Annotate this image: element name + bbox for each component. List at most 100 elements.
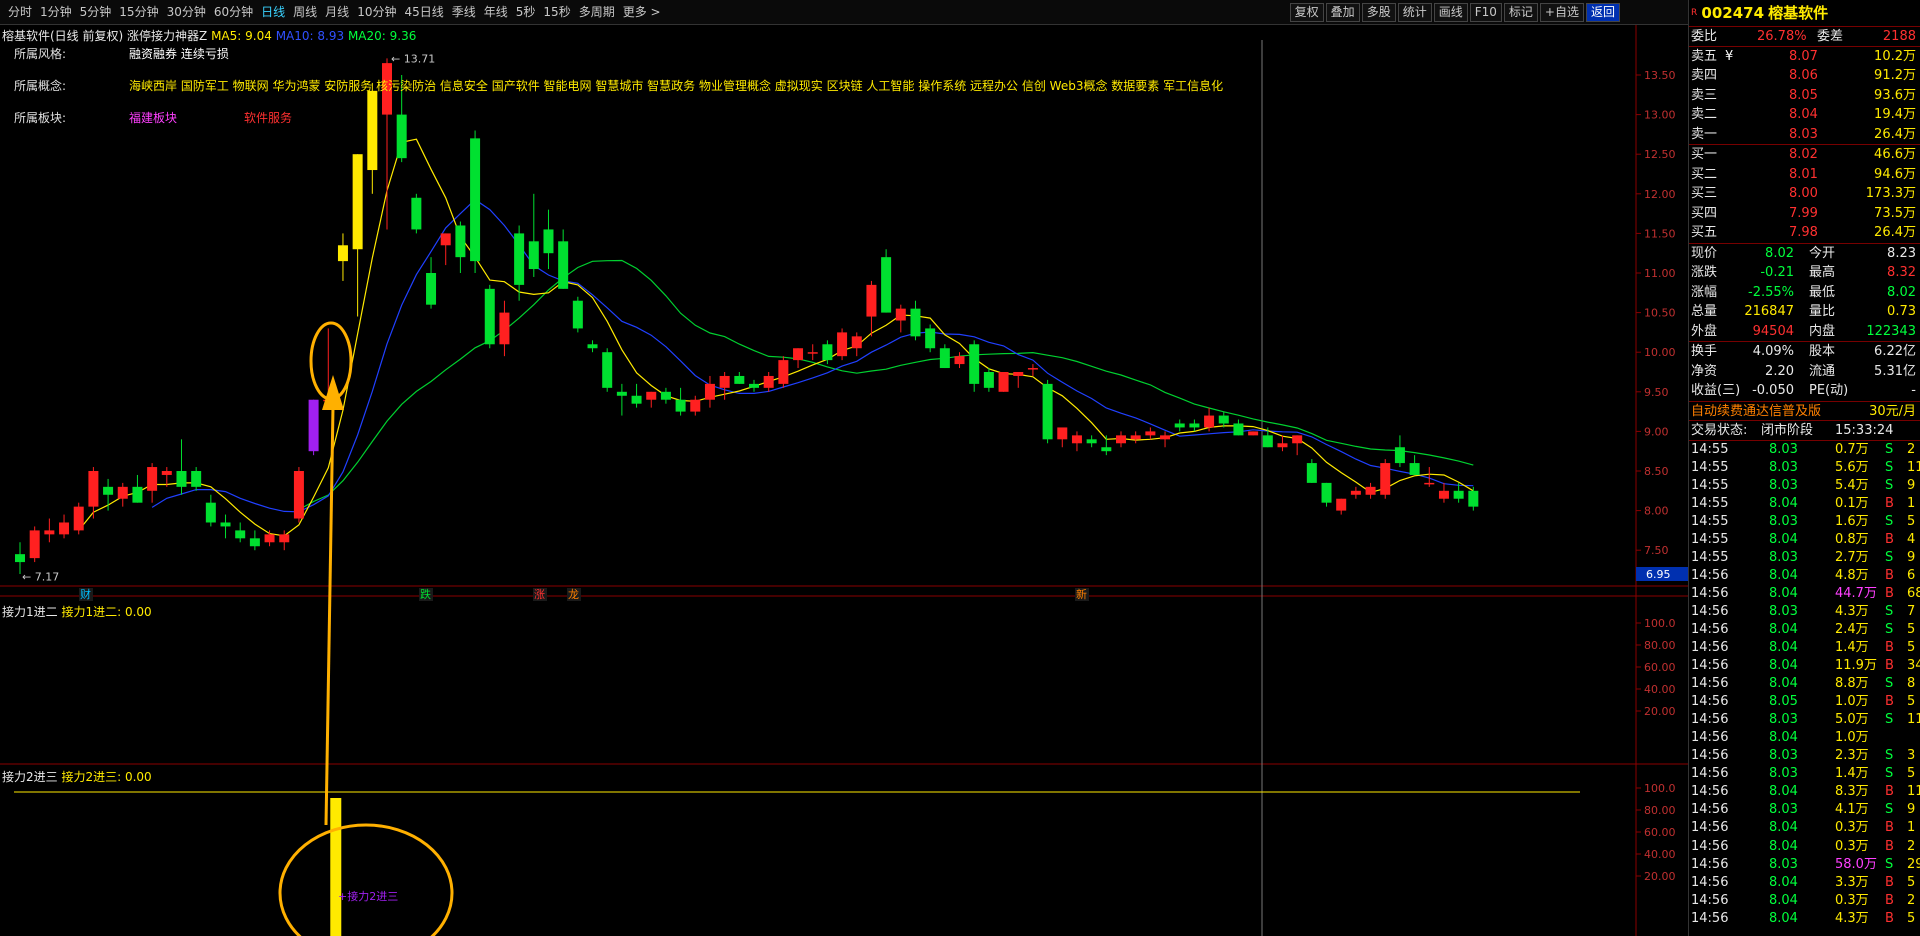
tick-cell: 14:56 xyxy=(1691,730,1729,746)
tick-cell: 8.04 xyxy=(1769,892,1798,908)
stat2-v2: - xyxy=(1911,383,1916,398)
candle-body xyxy=(1233,423,1244,436)
tick-cell: 2.7万 xyxy=(1835,549,1869,565)
candle-body xyxy=(103,486,114,495)
period-tab-16[interactable]: 更多 > xyxy=(619,4,665,21)
action-button-8[interactable]: 返回 xyxy=(1585,3,1620,22)
asks-price: 8.05 xyxy=(1789,87,1818,103)
period-tab-12[interactable]: 年线 xyxy=(480,4,512,21)
action-button-2[interactable]: 多股 xyxy=(1361,3,1396,22)
period-tab-14[interactable]: 15秒 xyxy=(539,4,574,21)
tick-cell: 8.03 xyxy=(1769,441,1798,457)
tick-cell: 1.0万 xyxy=(1835,730,1869,746)
tick-cell: 9 xyxy=(1907,477,1916,493)
promo-row[interactable]: 自动续费通达信普及版 30元/月 xyxy=(1689,402,1920,422)
action-button-0[interactable]: 复权 xyxy=(1289,3,1324,22)
weibi-label: 委比 xyxy=(1691,29,1718,44)
action-button-4[interactable]: 画线 xyxy=(1433,3,1468,22)
period-tab-3[interactable]: 15分钟 xyxy=(115,4,162,21)
tick-cell: B xyxy=(1885,640,1894,656)
bids-volume: 173.3万 xyxy=(1865,186,1916,201)
sector-software[interactable]: 软件服务 xyxy=(244,109,292,126)
period-tab-15[interactable]: 多周期 xyxy=(575,4,619,21)
stat-l1: 外盘 xyxy=(1691,323,1718,339)
tick-cell: 8.04 xyxy=(1769,820,1798,836)
tick-cell: S xyxy=(1885,549,1894,565)
tick-cell: 14:56 xyxy=(1691,856,1729,872)
tick-cell: 14:55 xyxy=(1691,495,1729,511)
tick-cell: 8.03 xyxy=(1769,603,1798,619)
tick-cell: 8.04 xyxy=(1769,658,1798,674)
candle-body xyxy=(1013,372,1024,376)
indicator-name[interactable]: 涨停接力神器Z xyxy=(127,29,207,43)
stat-v1: 8.02 xyxy=(1765,245,1794,261)
tick-cell: 4.3万 xyxy=(1835,603,1869,619)
period-tab-13[interactable]: 5秒 xyxy=(512,4,540,21)
period-tab-6[interactable]: 日线 xyxy=(257,4,289,21)
candle-body xyxy=(1145,431,1156,436)
stat2-v2: 6.22亿 xyxy=(1874,344,1916,359)
kline-chart-area[interactable]: 13.50 13.00 12.50 12.00 11.50 11.00 10.50 10.00… xyxy=(0,25,1688,936)
candle-body xyxy=(367,90,378,171)
tick-cell: 1.0万 xyxy=(1835,694,1869,710)
stat2-row: 换手 4.09% 股本 6.22亿 xyxy=(1689,342,1920,362)
tick-cell: 14:56 xyxy=(1691,658,1729,674)
tick-cell: 14:56 xyxy=(1691,748,1729,764)
candle-body xyxy=(1438,490,1449,499)
period-tab-11[interactable]: 季线 xyxy=(448,4,480,21)
tick-cell: 8.03 xyxy=(1769,748,1798,764)
quote-header: R 002474 榕基软件 xyxy=(1689,0,1920,27)
action-button-6[interactable]: 标记 xyxy=(1503,3,1538,22)
period-tab-0[interactable]: 分时 xyxy=(4,4,36,21)
candle-body xyxy=(337,245,348,262)
period-tab-7[interactable]: 周线 xyxy=(289,4,321,21)
stat-l2: 内盘 xyxy=(1809,323,1836,339)
action-button-3[interactable]: 统计 xyxy=(1397,3,1432,22)
ma10-label: MA10: 8.93 xyxy=(275,29,345,43)
tick-cell: 7 xyxy=(1907,603,1916,619)
tick-cell: S xyxy=(1885,513,1894,529)
action-button-7[interactable]: +自选 xyxy=(1539,3,1584,22)
stat-row: 涨跌 -0.21 最高 8.32 xyxy=(1689,263,1920,283)
sub1-name[interactable]: 接力1进二 xyxy=(2,605,58,619)
candle-body xyxy=(602,352,613,388)
period-tab-1[interactable]: 1分钟 xyxy=(36,4,76,21)
candle-body xyxy=(925,328,936,349)
candle-body xyxy=(910,308,921,337)
stat-v1: 216847 xyxy=(1744,304,1794,319)
tick-list[interactable]: 14:55 8.03 0.7万 S 2 14:55 8.03 5.6万 S 11 14:55 8.03… xyxy=(1689,441,1920,928)
action-button-1[interactable]: 叠加 xyxy=(1325,3,1360,22)
tick-cell: S xyxy=(1885,676,1894,692)
sector-fujian[interactable]: 福建板块 xyxy=(129,109,177,126)
period-tab-9[interactable]: 10分钟 xyxy=(353,4,400,21)
y-tick-label: 8.00 xyxy=(1644,505,1669,518)
candle-body xyxy=(235,530,246,539)
chart-title-line: 榕基软件(日线 前复权) 涨停接力神器Z MA5: 9.04 MA10: 8.9… xyxy=(2,27,416,44)
kline-svg[interactable]: 13.50 13.00 12.50 12.00 11.50 11.00 10.50 10.00… xyxy=(0,25,1688,936)
tick-row: 14:56 8.04 0.3万 B 2 xyxy=(1689,892,1920,910)
tick-cell: 9 xyxy=(1907,549,1916,565)
asks-row: 卖四 8.06 91.2万 xyxy=(1689,66,1920,86)
stat-row: 外盘 94504 内盘 122343 xyxy=(1689,322,1920,342)
bids-volume: 26.4万 xyxy=(1874,225,1916,240)
candle-body xyxy=(1204,415,1215,428)
tick-cell: 8.04 xyxy=(1769,585,1798,601)
period-tab-10[interactable]: 45日线 xyxy=(400,4,447,21)
period-tab-8[interactable]: 月线 xyxy=(321,4,353,21)
sub2-annotation: +接力2进三 xyxy=(338,890,398,903)
candle-body xyxy=(1292,435,1303,444)
promo-text[interactable]: 自动续费通达信普及版 xyxy=(1691,402,1821,422)
y-tick-label: 13.00 xyxy=(1644,109,1676,122)
period-tab-5[interactable]: 60分钟 xyxy=(210,4,257,21)
event-marker-event_1: 财 xyxy=(80,587,91,601)
period-tab-2[interactable]: 5分钟 xyxy=(76,4,116,21)
candle-body xyxy=(1189,423,1200,428)
period-tab-4[interactable]: 30分钟 xyxy=(163,4,210,21)
action-button-5[interactable]: F10 xyxy=(1469,3,1502,22)
stat2-v1: -0.050 xyxy=(1752,383,1794,398)
y-tick-label: 8.50 xyxy=(1644,465,1669,478)
sub2-value: 接力2进三: 0.00 xyxy=(61,770,152,784)
sub2-name[interactable]: 接力2进三 xyxy=(2,770,58,784)
tick-cell: 8.04 xyxy=(1769,784,1798,800)
tick-cell: B xyxy=(1885,910,1894,926)
